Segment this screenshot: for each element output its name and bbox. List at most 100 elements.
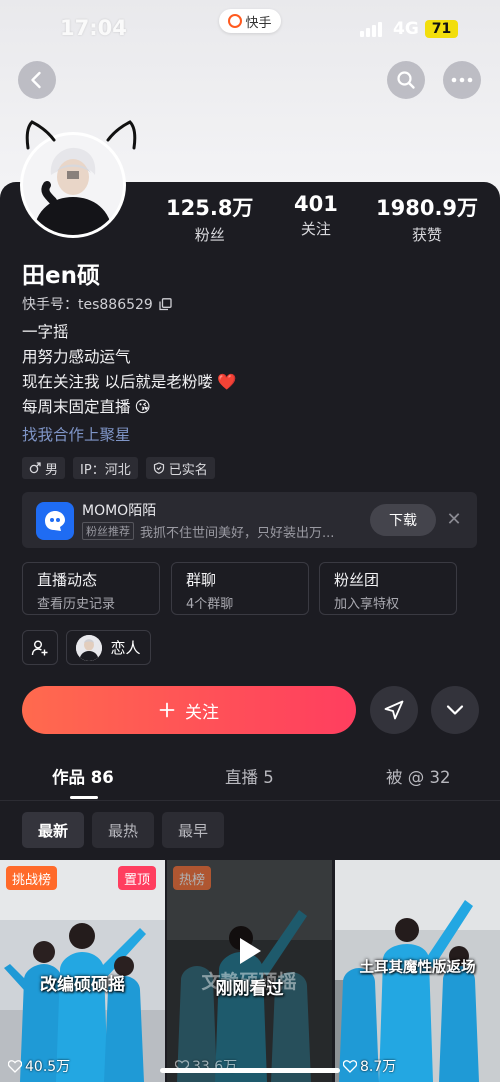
- bio-line: 一字摇: [22, 323, 69, 341]
- app-indicator-pill: 快手: [219, 9, 281, 33]
- ad-title: MOMO陌陌: [82, 503, 157, 519]
- tag-label: IP：河北: [80, 462, 131, 478]
- feature-title: 粉丝团: [334, 571, 380, 589]
- lover-label: 恋人: [110, 639, 141, 657]
- heart-icon: [8, 1059, 22, 1073]
- video-thumbnail[interactable]: 文静硕硕摇 热榜 刚刚看过 33.6万: [167, 860, 332, 1082]
- ad-description: 我抓不住世间美好，只好装出万...: [140, 526, 335, 541]
- bio: 一字摇 用努力感动运气 现在关注我 以后就是老粉喽 ❤️ 每周末固定直播 😘: [22, 320, 236, 420]
- ad-badge: 粉丝推荐: [82, 522, 134, 540]
- add-friend-icon: [31, 640, 48, 655]
- video-thumbnail[interactable]: 土耳其魔性版返场 8.7万: [335, 860, 500, 1082]
- momo-logo-icon: [36, 502, 74, 540]
- pinned-badge: 置顶: [118, 866, 157, 890]
- stat-value: 125.8万: [166, 196, 254, 220]
- ad-download-button[interactable]: 下载: [370, 504, 436, 536]
- back-button[interactable]: [18, 61, 56, 99]
- share-button[interactable]: [370, 686, 418, 734]
- stat-label: 粉丝: [194, 226, 225, 244]
- stat-following[interactable]: 401 关注: [294, 192, 338, 239]
- share-icon: [384, 700, 404, 720]
- feature-live-history[interactable]: 直播动态 查看历史记录: [22, 562, 160, 615]
- divider: [0, 800, 500, 801]
- video-caption: 改编硕硕摇: [40, 975, 125, 995]
- verified-tag: 已实名: [145, 457, 215, 479]
- active-tab-indicator: [70, 796, 98, 799]
- ip-tag: IP：河北: [73, 457, 138, 479]
- tab-live[interactable]: 直播 5: [225, 764, 274, 788]
- chevron-down-icon: [446, 705, 464, 715]
- feature-subtitle: 4个群聊: [186, 597, 234, 612]
- kuaishou-logo-icon: [228, 14, 243, 28]
- battery-indicator: 71: [425, 20, 458, 38]
- username: 田en硕: [22, 263, 100, 289]
- male-icon: [29, 462, 41, 474]
- stat-value: 1980.9万: [376, 196, 479, 220]
- ad-banner[interactable]: MOMO陌陌 粉丝推荐 我抓不住世间美好，只好装出万... 下载 ✕: [22, 492, 477, 548]
- copy-icon[interactable]: [159, 297, 172, 311]
- hot-badge: 热榜: [173, 866, 212, 890]
- play-icon: [240, 938, 261, 964]
- content-tabs: 作品 86 直播 5 被 @ 32: [0, 764, 500, 800]
- video-likes: 8.7万: [343, 1056, 396, 1076]
- likes-count: 40.5万: [25, 1059, 71, 1075]
- more-options-button[interactable]: [431, 686, 479, 734]
- search-button[interactable]: [387, 61, 425, 99]
- recently-viewed-label: 刚刚看过: [215, 979, 284, 999]
- feature-group-chat[interactable]: 群聊 4个群聊: [171, 562, 309, 615]
- video-likes: 40.5万: [8, 1056, 70, 1076]
- tag-label: 男: [45, 462, 59, 478]
- cat-ears-decoration: [25, 120, 137, 150]
- feature-subtitle: 加入享特权: [334, 597, 400, 612]
- sort-newest[interactable]: 最新: [22, 812, 84, 848]
- follow-label: 关注: [185, 702, 219, 723]
- video-likes: 33.6万: [175, 1056, 237, 1076]
- id-value: tes886529: [78, 297, 153, 313]
- likes-count: 33.6万: [192, 1059, 238, 1075]
- status-bar: 17:04 快手 4G 71: [0, 0, 500, 56]
- more-icon: [451, 77, 473, 83]
- sort-hottest[interactable]: 最热: [92, 812, 154, 848]
- add-friend-button[interactable]: [22, 630, 58, 665]
- challenge-badge: 挑战榜: [6, 866, 58, 890]
- heart-emoji: ❤️: [216, 373, 237, 391]
- app-name: 快手: [245, 15, 272, 31]
- stat-followers[interactable]: 125.8万 粉丝: [166, 192, 253, 245]
- bio-line: 每周末固定直播: [22, 398, 131, 416]
- gender-tag: 男: [22, 457, 66, 479]
- cooperate-link[interactable]: 找我合作上聚星: [22, 423, 131, 445]
- follow-button[interactable]: 关注: [22, 686, 356, 734]
- likes-count: 8.7万: [360, 1059, 397, 1075]
- home-indicator[interactable]: [160, 1068, 340, 1073]
- tab-mentions[interactable]: 被 @ 32: [386, 764, 451, 788]
- bio-line: 用努力感动运气: [22, 348, 131, 366]
- status-time: 17:04: [60, 16, 127, 40]
- heart-icon: [343, 1059, 357, 1073]
- tag-label: 已实名: [168, 462, 208, 478]
- feature-fan-club[interactable]: 粉丝团 加入享特权: [319, 562, 457, 615]
- signal-icon: [360, 22, 382, 37]
- back-arrow-icon: [31, 71, 41, 89]
- feature-title: 群聊: [186, 571, 217, 589]
- bio-line: 现在关注我 以后就是老粉喽: [22, 373, 213, 391]
- network-type: 4G: [393, 19, 419, 39]
- stat-label: 获赞: [412, 226, 443, 244]
- video-thumbnail[interactable]: 挑战榜 置顶 改编硕硕摇 40.5万: [0, 860, 165, 1082]
- stat-label: 关注: [300, 220, 331, 238]
- lover-avatar: [76, 634, 103, 661]
- video-caption: 土耳其魔性版返场: [359, 960, 476, 976]
- shield-icon: [153, 462, 164, 474]
- tab-works[interactable]: 作品 86: [52, 764, 114, 788]
- stat-value: 401: [294, 192, 338, 216]
- more-button[interactable]: [443, 61, 481, 99]
- feature-subtitle: 查看历史记录: [37, 597, 116, 612]
- sort-oldest[interactable]: 最早: [162, 812, 224, 848]
- stat-likes[interactable]: 1980.9万 获赞: [376, 192, 478, 245]
- search-icon: [397, 71, 415, 89]
- kuaishou-id: 快手号：tes886529: [22, 294, 172, 314]
- close-icon[interactable]: ✕: [446, 509, 462, 531]
- feature-title: 直播动态: [37, 571, 98, 589]
- lover-button[interactable]: 恋人: [66, 630, 151, 665]
- profile-tags: 男 IP：河北 已实名: [22, 457, 215, 479]
- kiss-emoji: 😘: [134, 398, 151, 416]
